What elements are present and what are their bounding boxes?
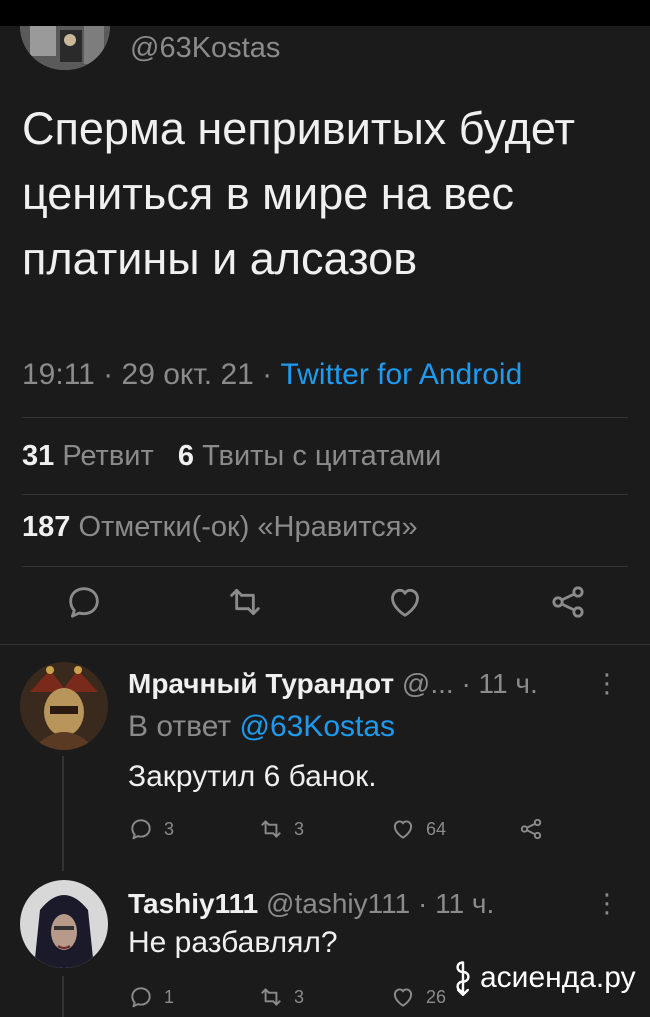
reply-text: Не разбавлял?	[128, 926, 338, 959]
reply-time: 11 ч.	[435, 888, 495, 919]
reply-count: 1	[164, 986, 175, 1007]
reply-actions: 3 3 64	[128, 814, 558, 844]
retweet-icon	[261, 820, 281, 838]
retweets-label: Ретвит	[62, 440, 154, 472]
retweets-count: 31	[22, 440, 55, 472]
quotes-label: Твиты с цитатами	[202, 440, 442, 472]
tweet-actions	[0, 582, 650, 628]
reply-header: Tashiy111 @tashiy111 · 11 ч.	[128, 888, 495, 919]
quotes-count: 6	[177, 440, 195, 472]
reply-share-button[interactable]	[518, 814, 544, 844]
tweet-text: Сперма непривитых будет цениться в мире …	[22, 103, 575, 284]
divider	[0, 644, 650, 645]
reply-count: 3	[164, 818, 175, 839]
like-count: 26	[426, 986, 447, 1007]
retweet-count: 3	[294, 986, 305, 1007]
heart-icon	[393, 988, 413, 1007]
author-handle[interactable]: @63Kostas	[130, 32, 280, 65]
reply-author-handle[interactable]: @tashiy111	[266, 888, 410, 919]
tweet-detail-view: @63Kostas Сперма непривитых будет ценить…	[0, 26, 650, 1017]
quotes-link[interactable]: 6 Твиты с цитатами	[178, 440, 441, 472]
share-icon[interactable]	[548, 582, 588, 622]
watermark-text: асиенда.ру	[480, 961, 636, 994]
tweet-source[interactable]: Twitter for Android	[280, 358, 522, 391]
tweet-timestamp[interactable]: 19:11 · 29 окт. 21 ·	[22, 358, 280, 391]
reply-retweet-button[interactable]: 3	[258, 982, 304, 1012]
divider	[22, 417, 628, 418]
watermark-logo-icon	[456, 961, 470, 996]
likes-stats[interactable]: 187 Отметки(-ок) «Нравится»	[22, 511, 418, 544]
reply-author-handle[interactable]: @...	[402, 668, 454, 699]
divider	[22, 566, 628, 567]
reply-icon	[131, 987, 151, 1008]
thread-line	[62, 756, 64, 871]
reply-to-mention[interactable]: @63Kostas	[239, 710, 395, 743]
reply-author-name[interactable]: Tashiy111	[128, 888, 258, 919]
reply-like-button[interactable]: 64	[390, 814, 446, 844]
retweets-link[interactable]: 31 Ретвит	[22, 440, 154, 472]
watermark: асиенда.ру	[450, 960, 636, 996]
more-icon[interactable]: ⋮	[594, 668, 620, 699]
retweet-icon[interactable]	[225, 582, 265, 622]
reply-icon	[131, 819, 151, 840]
share-icon	[520, 818, 542, 840]
reply-like-button[interactable]: 26	[390, 982, 446, 1012]
reply-avatar[interactable]	[20, 662, 108, 750]
reply-to-prefix: В ответ	[128, 710, 240, 743]
more-icon[interactable]: ⋮	[594, 888, 620, 919]
author-avatar[interactable]	[20, 26, 110, 70]
divider	[22, 494, 628, 495]
heart-icon	[393, 820, 413, 839]
likes-count: 187	[22, 511, 71, 543]
reply-avatar[interactable]	[20, 880, 108, 968]
reply-time: 11 ч.	[478, 668, 538, 699]
retweet-icon	[261, 988, 281, 1006]
reply-header: Мрачный Турандот @... · 11 ч.	[128, 668, 538, 699]
retweet-quote-stats: 31 Ретвит 6 Твиты с цитатами	[22, 440, 441, 473]
retweet-count: 3	[294, 818, 305, 839]
like-count: 64	[426, 818, 447, 839]
likes-label: Отметки(-ок) «Нравится»	[78, 511, 418, 543]
reply-icon[interactable]	[64, 582, 104, 622]
reply-text: Закрутил 6 банок.	[128, 760, 377, 793]
reply-reply-button[interactable]: 1	[128, 982, 174, 1012]
tweet-meta: 19:11 · 29 окт. 21 · Twitter for Android	[22, 358, 522, 392]
thread-line	[62, 976, 64, 1017]
heart-icon[interactable]	[385, 582, 425, 622]
status-bar-strip	[0, 0, 650, 26]
reply-retweet-button[interactable]: 3	[258, 814, 304, 844]
reply-author-name[interactable]: Мрачный Турандот	[128, 668, 394, 699]
reply-reply-button[interactable]: 3	[128, 814, 174, 844]
reply-to-line: В ответ @63Kostas	[128, 710, 395, 744]
